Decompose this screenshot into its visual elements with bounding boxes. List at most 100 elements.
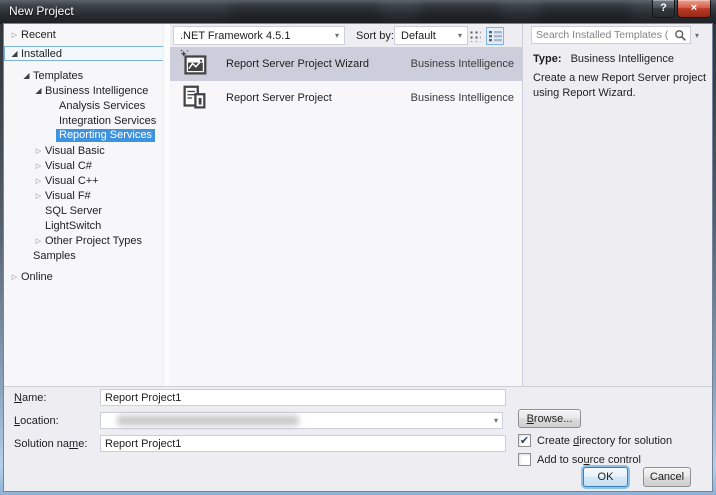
search-options-arrow-icon[interactable]: ▾ xyxy=(695,31,699,40)
magnifier-icon[interactable] xyxy=(674,29,687,42)
chevron-right-icon[interactable]: ▷ xyxy=(32,192,45,200)
tree-item-recent[interactable]: ▷ Recent xyxy=(4,27,170,42)
small-icons-view-button[interactable] xyxy=(466,27,484,45)
help-button[interactable]: ? xyxy=(652,0,675,18)
tree-item-other-project-types[interactable]: ▷ Other Project Types xyxy=(4,233,170,248)
project-form: Name: Location: ▾ Browse... Solution nam… xyxy=(4,386,712,491)
cancel-button[interactable]: Cancel xyxy=(643,467,691,487)
template-row-report-server-project-wizard[interactable]: Report Server Project Wizard Business In… xyxy=(170,47,522,81)
tree-item-visual-basic[interactable]: ▷ Visual Basic xyxy=(4,143,170,158)
tree-item-online[interactable]: ▷ Online xyxy=(4,269,170,284)
type-value: Business Intelligence xyxy=(570,53,674,65)
tree-item-label: Online xyxy=(21,270,53,283)
tree-item-label: Templates xyxy=(33,69,84,82)
chevron-right-icon[interactable]: ▷ xyxy=(32,162,45,170)
close-icon: × xyxy=(690,2,698,14)
tree-item-label-selected: Reporting Services xyxy=(56,129,155,142)
location-redacted-blur xyxy=(117,415,299,426)
tree-item-label: Business Intelligence xyxy=(45,84,149,97)
new-project-dialog: New Project ? × ▷ Recent ◢ Installed ◢ T… xyxy=(0,0,716,495)
tree-item-label: LightSwitch xyxy=(45,219,102,232)
chevron-right-icon[interactable]: ▷ xyxy=(32,237,45,245)
location-label: Location: xyxy=(14,415,59,427)
name-field xyxy=(100,389,506,406)
create-directory-option[interactable]: ✔ Create directory for solution xyxy=(518,434,672,447)
tree-item-label: Visual C++ xyxy=(45,174,99,187)
report-wizard-icon xyxy=(180,49,207,75)
tree-item-label: Recent xyxy=(21,28,56,41)
tree-item-samples[interactable]: Samples xyxy=(4,248,170,263)
chevron-right-icon[interactable]: ▷ xyxy=(32,177,45,185)
browse-button[interactable]: Browse... xyxy=(518,409,581,428)
tree-item-analysis-services[interactable]: Analysis Services xyxy=(4,98,170,113)
tree-item-label: Integration Services xyxy=(59,114,157,127)
tree-item-integration-services[interactable]: Integration Services xyxy=(4,113,170,128)
tree-scrollbar[interactable] xyxy=(163,24,170,386)
template-category: Business Intelligence xyxy=(410,58,514,70)
list-view-button[interactable] xyxy=(486,27,504,45)
tree-item-business-intelligence[interactable]: ◢ Business Intelligence xyxy=(4,83,170,98)
tree-item-label: Samples xyxy=(33,249,76,262)
sort-by-label: Sort by: xyxy=(356,30,394,42)
type-label: Type: xyxy=(533,53,562,65)
ok-button[interactable]: OK xyxy=(583,467,628,487)
tree-item-label: Visual C# xyxy=(45,159,92,172)
name-input[interactable] xyxy=(105,391,495,404)
list-view-icon xyxy=(488,31,502,42)
solution-name-input[interactable] xyxy=(105,437,495,450)
tree-item-reporting-services[interactable]: Reporting Services xyxy=(4,128,170,143)
source-control-checkbox[interactable] xyxy=(518,453,531,466)
chevron-down-icon: ▾ xyxy=(457,31,462,40)
tree-item-visual-csharp[interactable]: ▷ Visual C# xyxy=(4,158,170,173)
chevron-expanded-icon[interactable]: ◢ xyxy=(20,71,33,80)
solution-name-field xyxy=(100,435,506,452)
source-control-label: Add to source control xyxy=(537,453,641,466)
chevron-down-icon: ▾ xyxy=(334,31,339,40)
create-directory-label: Create directory for solution xyxy=(537,434,673,447)
template-info-pane: ▾ Type: Business Intelligence Create a n… xyxy=(522,24,712,386)
report-document-icon xyxy=(183,85,206,109)
tree-item-visual-fsharp[interactable]: ▷ Visual F# xyxy=(4,188,170,203)
tree-item-label: Analysis Services xyxy=(59,99,146,112)
window-title: New Project xyxy=(9,4,74,18)
template-name: Report Server Project xyxy=(226,92,332,104)
source-control-option[interactable]: Add to source control xyxy=(518,453,641,466)
chevron-expanded-icon[interactable]: ◢ xyxy=(32,86,45,95)
tree-item-visual-cpp[interactable]: ▷ Visual C++ xyxy=(4,173,170,188)
tree-item-installed[interactable]: ◢ Installed xyxy=(4,46,170,61)
dialog-client-area: ▷ Recent ◢ Installed ◢ Templates ◢ Busin… xyxy=(4,24,712,491)
tree-item-label: Visual F# xyxy=(45,189,91,202)
glass-reflection xyxy=(230,4,380,22)
chevron-right-icon[interactable]: ▷ xyxy=(32,147,45,155)
template-type-row: Type: Business Intelligence xyxy=(533,53,674,65)
template-row-report-server-project[interactable]: Report Server Project Business Intellige… xyxy=(170,81,522,115)
chevron-right-icon[interactable]: ▷ xyxy=(8,31,21,39)
list-toolbar: .NET Framework 4.5.1 ▾ Sort by: Default … xyxy=(170,24,522,47)
tree-item-templates[interactable]: ◢ Templates xyxy=(4,68,170,83)
sort-dropdown[interactable]: Default ▾ xyxy=(394,26,468,45)
tree-item-sql-server[interactable]: SQL Server xyxy=(4,203,170,218)
name-label: Name: xyxy=(14,392,47,404)
sort-dropdown-value: Default xyxy=(401,29,436,42)
template-name: Report Server Project Wizard xyxy=(226,58,370,70)
help-icon: ? xyxy=(660,2,667,14)
chevron-down-icon[interactable]: ▾ xyxy=(494,416,498,425)
template-list: Report Server Project Wizard Business In… xyxy=(170,47,522,386)
solution-name-label: Solution name: xyxy=(14,438,88,450)
tree-item-label: SQL Server xyxy=(45,204,103,217)
framework-dropdown-value: .NET Framework 4.5.1 xyxy=(180,29,291,42)
check-icon: ✔ xyxy=(519,434,530,447)
glass-reflection xyxy=(540,4,630,22)
framework-dropdown[interactable]: .NET Framework 4.5.1 ▾ xyxy=(173,26,345,45)
template-description: Create a new Report Server project using… xyxy=(533,72,707,100)
chevron-right-icon[interactable]: ▷ xyxy=(8,273,21,281)
template-category: Business Intelligence xyxy=(410,92,514,104)
search-input[interactable] xyxy=(536,28,668,42)
tree-item-lightswitch[interactable]: LightSwitch xyxy=(4,218,170,233)
location-combo: ▾ xyxy=(100,412,503,429)
close-button[interactable]: × xyxy=(677,0,711,18)
tree-item-label: Visual Basic xyxy=(45,144,105,157)
create-directory-checkbox[interactable]: ✔ xyxy=(518,434,531,447)
tree-item-label: Other Project Types xyxy=(45,234,143,247)
chevron-expanded-icon[interactable]: ◢ xyxy=(8,49,21,58)
